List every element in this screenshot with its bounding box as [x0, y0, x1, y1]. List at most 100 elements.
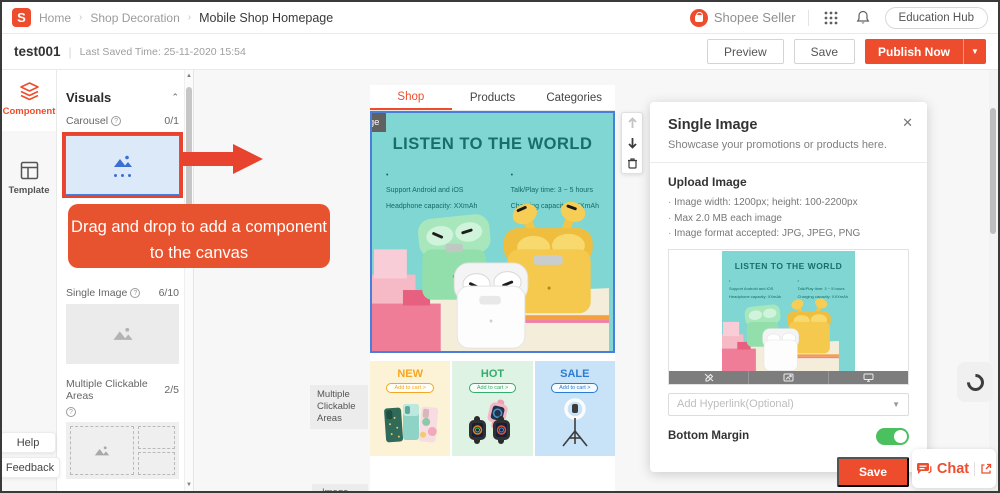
- chat-widget[interactable]: Chat: [912, 449, 996, 488]
- nav-item-template[interactable]: Template: [2, 149, 56, 210]
- chat-bubble-icon: [916, 462, 932, 474]
- area-card-sale[interactable]: SALE Add to cart >: [534, 361, 615, 456]
- dashed-area-top: [138, 426, 175, 449]
- annotation-highlight-ring: [62, 132, 183, 198]
- upload-image-title: Upload Image: [668, 175, 747, 189]
- settings-panel-title: Single Image: [668, 117, 758, 133]
- popout-icon[interactable]: [980, 463, 992, 475]
- delete-icon[interactable]: [627, 157, 638, 169]
- carousel-help-icon[interactable]: ?: [111, 116, 122, 126]
- single-image-component-draggable[interactable]: [66, 304, 179, 364]
- annotation-tooltip: Drag and drop to add a component to the …: [68, 204, 330, 268]
- publish-dropdown-chevron-icon[interactable]: ▼: [964, 39, 986, 64]
- multiple-areas-help-icon[interactable]: ?: [66, 407, 76, 417]
- notification-bell-icon[interactable]: [853, 8, 873, 28]
- breadcrumb-home[interactable]: Home: [39, 11, 71, 25]
- settings-save-button[interactable]: Save: [836, 456, 909, 487]
- card-sale-title: SALE: [560, 368, 590, 380]
- multiple-areas-count: 2/5: [164, 384, 179, 396]
- shopee-seller-brand[interactable]: Shopee Seller: [689, 8, 796, 27]
- dashed-area-bottom: [138, 452, 175, 475]
- move-up-icon[interactable]: [627, 117, 638, 129]
- requirement-item: Image format accepted: JPG, JPEG, PNG: [668, 226, 909, 242]
- support-widget-button[interactable]: [957, 362, 993, 402]
- canvas-scrollbar-thumb[interactable]: [990, 108, 996, 234]
- selected-single-image-component[interactable]: LISTEN TO THE WORLD Support Android and …: [370, 111, 615, 353]
- tab-shop[interactable]: Shop: [370, 85, 452, 110]
- carousel-count: 0/1: [164, 115, 179, 127]
- hyperlink-input[interactable]: [677, 398, 893, 410]
- earbuds-illustration: [722, 297, 839, 372]
- visuals-section-title: Visuals: [66, 90, 112, 105]
- component-actions-toolbar: [621, 112, 643, 174]
- panel-scrollbar[interactable]: ▲ ▼: [184, 70, 193, 491]
- bottom-margin-toggle[interactable]: [876, 427, 909, 445]
- ring-light-image: [562, 398, 588, 447]
- carousel-dots-icon: [114, 173, 131, 177]
- card-new-cta[interactable]: Add to cart >: [386, 383, 434, 393]
- scroll-up-icon[interactable]: ▲: [185, 73, 193, 79]
- multiple-areas-label: Multiple Clickable Areas: [66, 378, 148, 402]
- breadcrumb-separator: ›: [187, 12, 192, 23]
- single-image-settings-panel: Single Image Showcase your promotions or…: [650, 102, 927, 487]
- shopee-seller-bag-icon: [689, 8, 708, 27]
- multiple-areas-component-label: Multiple Clickable Areas: [310, 385, 368, 429]
- image-placeholder-icon: [112, 327, 133, 340]
- help-button[interactable]: Help: [2, 432, 56, 453]
- collapse-chevron-icon[interactable]: ⌃: [171, 92, 179, 103]
- multiple-areas-component-draggable[interactable]: [66, 422, 179, 479]
- close-icon[interactable]: ✕: [902, 115, 913, 131]
- breadcrumb-separator: ›: [79, 12, 83, 23]
- apps-grid-icon[interactable]: [821, 8, 841, 28]
- card-hot-cta[interactable]: Add to cart >: [468, 383, 517, 393]
- title-divider: |: [68, 44, 72, 59]
- education-hub-button[interactable]: Education Hub: [884, 6, 988, 29]
- support-ring-icon: [962, 369, 988, 395]
- replace-image-icon[interactable]: [749, 370, 829, 384]
- visuals-section-header[interactable]: Visuals ⌃: [66, 90, 179, 105]
- area-card-new[interactable]: NEW Add to cart >: [370, 361, 451, 456]
- annotation-arrow: [183, 144, 265, 174]
- page-title: test001: [14, 44, 61, 59]
- chat-label: Chat: [936, 460, 970, 477]
- layers-icon: [19, 82, 39, 101]
- single-image-row: Single Image? 6/10: [66, 287, 179, 299]
- nav-item-component[interactable]: Component: [2, 70, 56, 131]
- tab-categories[interactable]: Categories: [533, 85, 615, 110]
- bottom-margin-label: Bottom Margin: [668, 430, 750, 442]
- breadcrumb-current-page: Mobile Shop Homepage: [199, 10, 334, 25]
- banner-image: LISTEN TO THE WORLD Support Android and …: [372, 113, 613, 351]
- canvas-scrollbar[interactable]: [989, 70, 998, 491]
- preview-button[interactable]: Preview: [706, 39, 784, 64]
- template-icon: [20, 161, 38, 180]
- publish-now-button[interactable]: Publish Now ▼: [865, 39, 986, 64]
- banner-image-thumbnail: LISTEN TO THE WORLD Support Android and …: [722, 250, 855, 372]
- phone-cases-image: [384, 404, 439, 443]
- card-sale-cta[interactable]: Add to cart >: [551, 383, 599, 393]
- dashed-area-main: [70, 426, 134, 475]
- nav-template-label: Template: [8, 185, 50, 196]
- chevron-down-icon[interactable]: ▼: [892, 400, 900, 409]
- desktop-view-icon[interactable]: [829, 371, 908, 384]
- save-button[interactable]: Save: [793, 39, 855, 64]
- area-card-hot[interactable]: HOT Add to cart >: [452, 361, 533, 456]
- uploaded-image-preview: LISTEN TO THE WORLD Support Android and …: [668, 248, 909, 385]
- banner-title: LISTEN TO THE WORLD: [392, 135, 593, 153]
- publish-now-label[interactable]: Publish Now: [865, 39, 963, 64]
- carousel-component-draggable[interactable]: [65, 135, 180, 195]
- hyperlink-select[interactable]: ▼: [668, 392, 909, 416]
- requirement-item: Max 2.0 MB each image: [668, 211, 909, 227]
- multiple-clickable-areas-component[interactable]: NEW Add to cart > HOT Add to cart > SALE…: [370, 361, 615, 456]
- shop-decoration-editor: S Home › Shop Decoration › Mobile Shop H…: [0, 0, 1000, 493]
- component-panel: Visuals ⌃ Carousel? 0/1 Single Image? 6/…: [57, 70, 194, 491]
- feedback-button[interactable]: Feedback: [2, 457, 60, 478]
- single-image-help-icon[interactable]: ?: [130, 288, 141, 298]
- breadcrumb-shop-decoration[interactable]: Shop Decoration: [90, 11, 179, 25]
- scroll-down-icon[interactable]: ▼: [185, 482, 193, 488]
- earbuds-illustration: [372, 201, 610, 351]
- editor-toolbar: test001 | Last Saved Time: 25-11-2020 15…: [2, 34, 998, 70]
- tab-products[interactable]: Products: [452, 85, 534, 110]
- move-down-icon[interactable]: [627, 137, 638, 149]
- crop-disabled-icon[interactable]: [669, 370, 749, 384]
- top-header: S Home › Shop Decoration › Mobile Shop H…: [2, 2, 998, 34]
